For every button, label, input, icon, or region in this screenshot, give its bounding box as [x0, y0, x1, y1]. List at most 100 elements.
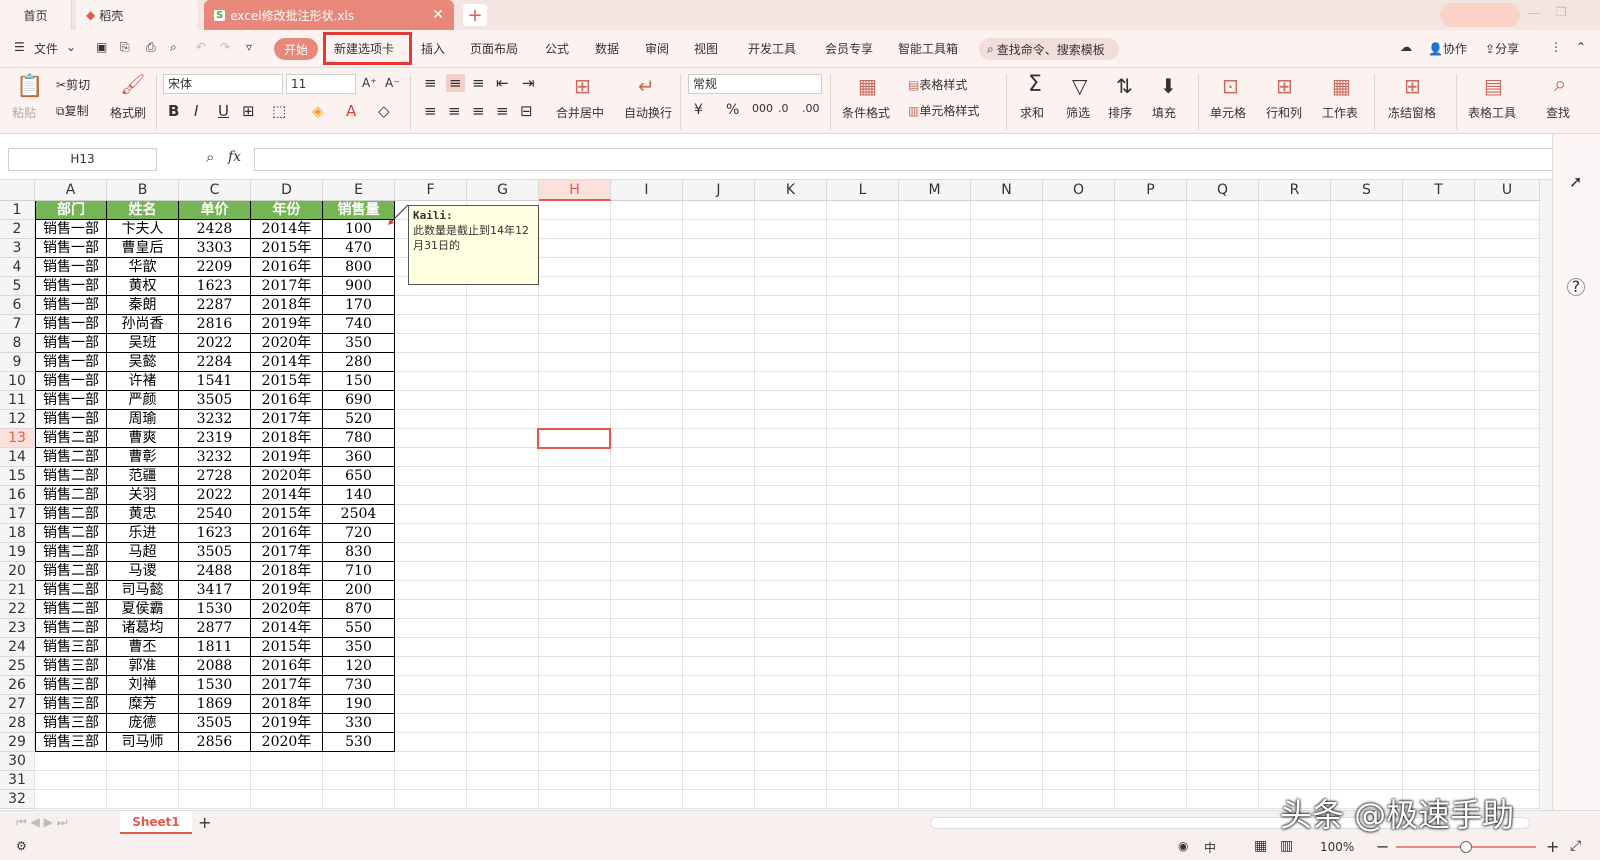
row-header[interactable]: 12: [0, 410, 35, 429]
row-header[interactable]: 6: [0, 296, 35, 315]
command-search[interactable]: ⌕ 查找命令、搜索模板: [979, 38, 1119, 60]
table-cell[interactable]: 2015年: [251, 239, 323, 258]
table-cell[interactable]: 夏侯霸: [107, 600, 179, 619]
table-cell[interactable]: 销售一部: [35, 296, 107, 315]
table-cell[interactable]: 销售二部: [35, 467, 107, 486]
align-top-icon[interactable]: ≡: [424, 74, 437, 92]
table-style-button[interactable]: ▤表格样式: [908, 76, 967, 93]
fill-button[interactable]: 填充: [1152, 104, 1176, 121]
add-sheet-icon[interactable]: +: [198, 813, 211, 832]
table-cell[interactable]: 350: [323, 334, 395, 353]
table-cell[interactable]: 2018年: [251, 429, 323, 448]
underline-icon[interactable]: U: [218, 102, 229, 120]
cell-button[interactable]: 单元格: [1210, 104, 1246, 121]
row-header[interactable]: 26: [0, 676, 35, 695]
table-cell[interactable]: 刘禅: [107, 676, 179, 695]
table-cell[interactable]: 2284: [179, 353, 251, 372]
table-cell[interactable]: 销售二部: [35, 619, 107, 638]
align-middle-icon[interactable]: ≡: [446, 74, 465, 92]
table-cell[interactable]: 800: [323, 258, 395, 277]
table-cell[interactable]: 2019年: [251, 315, 323, 334]
table-cell[interactable]: 2020年: [251, 600, 323, 619]
table-cell[interactable]: 2016年: [251, 391, 323, 410]
table-cell[interactable]: 100: [323, 220, 395, 239]
column-header[interactable]: U: [1475, 180, 1540, 201]
font-shrink-icon[interactable]: A⁻: [385, 76, 400, 90]
border-icon[interactable]: ⊞: [242, 102, 255, 120]
more-menu-icon[interactable]: ⋮: [1550, 40, 1562, 54]
filter-button[interactable]: 筛选: [1066, 104, 1090, 121]
row-header[interactable]: 11: [0, 391, 35, 410]
table-cell[interactable]: 乐进: [107, 524, 179, 543]
row-header[interactable]: 13: [0, 429, 35, 448]
table-cell[interactable]: 2016年: [251, 258, 323, 277]
row-header[interactable]: 27: [0, 695, 35, 714]
collapse-icon[interactable]: ⌃: [1576, 40, 1586, 54]
table-cell[interactable]: 销售三部: [35, 676, 107, 695]
column-header[interactable]: F: [395, 180, 467, 201]
cell-icon[interactable]: ⊡: [1222, 74, 1239, 98]
selected-cell[interactable]: [537, 428, 611, 449]
macro-icon[interactable]: ⚙: [16, 839, 27, 853]
table-cell[interactable]: 黄权: [107, 277, 179, 296]
row-header[interactable]: 30: [0, 752, 35, 771]
table-header-cell[interactable]: 姓名: [107, 201, 179, 220]
indent-left-icon[interactable]: ⇤: [496, 74, 509, 92]
column-header[interactable]: D: [251, 180, 323, 201]
table-cell[interactable]: 2016年: [251, 524, 323, 543]
row-header[interactable]: 15: [0, 467, 35, 486]
sum-icon[interactable]: Σ: [1028, 72, 1042, 97]
table-cell[interactable]: 2856: [179, 733, 251, 752]
table-cell[interactable]: 曹丕: [107, 638, 179, 657]
table-cell[interactable]: 2018年: [251, 562, 323, 581]
table-cell[interactable]: 3505: [179, 714, 251, 733]
table-cell[interactable]: 2088: [179, 657, 251, 676]
table-cell[interactable]: 870: [323, 600, 395, 619]
menu-icon[interactable]: ☰: [14, 40, 25, 54]
table-cell[interactable]: 曹皇后: [107, 239, 179, 258]
table-cell[interactable]: 2019年: [251, 581, 323, 600]
sheet-button[interactable]: 工作表: [1322, 104, 1358, 121]
table-cell[interactable]: 销售三部: [35, 714, 107, 733]
fx-icon[interactable]: fx: [228, 149, 241, 165]
justify-icon[interactable]: ≡: [496, 102, 509, 120]
row-header[interactable]: 19: [0, 543, 35, 562]
column-header[interactable]: E: [323, 180, 395, 201]
save-icon[interactable]: ▣: [96, 40, 107, 54]
fill-color-icon[interactable]: ◈: [312, 102, 324, 120]
row-header[interactable]: 9: [0, 353, 35, 372]
column-header[interactable]: Q: [1187, 180, 1259, 201]
table-cell[interactable]: 1541: [179, 372, 251, 391]
table-cell[interactable]: 2015年: [251, 505, 323, 524]
sheet-nav-icon[interactable]: ⏮ ◀ ▶ ⏭: [16, 815, 68, 830]
column-header[interactable]: I: [611, 180, 683, 201]
table-cell[interactable]: 140: [323, 486, 395, 505]
table-tools-icon[interactable]: ▤: [1484, 74, 1503, 98]
align-right-icon[interactable]: ≡: [472, 102, 485, 120]
table-cell[interactable]: 2018年: [251, 296, 323, 315]
table-cell[interactable]: 1530: [179, 676, 251, 695]
tab-data[interactable]: 数据: [595, 40, 619, 57]
freeze-icon[interactable]: ⊞: [1404, 74, 1421, 98]
find-icon[interactable]: ⌕: [1554, 72, 1566, 97]
table-cell[interactable]: 诸葛均: [107, 619, 179, 638]
table-cell[interactable]: 730: [323, 676, 395, 695]
select-all-corner[interactable]: [0, 180, 35, 201]
table-cell[interactable]: 孙尚香: [107, 315, 179, 334]
tab-file[interactable]: Sexcel修改批注形状.xls ✕: [204, 0, 454, 30]
table-cell[interactable]: 690: [323, 391, 395, 410]
table-cell[interactable]: 关羽: [107, 486, 179, 505]
table-cell[interactable]: 2540: [179, 505, 251, 524]
row-header[interactable]: 24: [0, 638, 35, 657]
fill-icon[interactable]: ⬇: [1160, 74, 1177, 98]
tab-review[interactable]: 审阅: [645, 40, 669, 57]
column-header[interactable]: T: [1403, 180, 1475, 201]
table-cell[interactable]: 2014年: [251, 486, 323, 505]
thousands-icon[interactable]: 000: [752, 102, 773, 115]
column-header[interactable]: R: [1259, 180, 1331, 201]
table-cell[interactable]: 销售二部: [35, 600, 107, 619]
paste-button[interactable]: 粘贴: [12, 104, 36, 121]
table-cell[interactable]: 170: [323, 296, 395, 315]
tab-member[interactable]: 会员专享: [825, 40, 873, 57]
table-cell[interactable]: 2022: [179, 334, 251, 353]
